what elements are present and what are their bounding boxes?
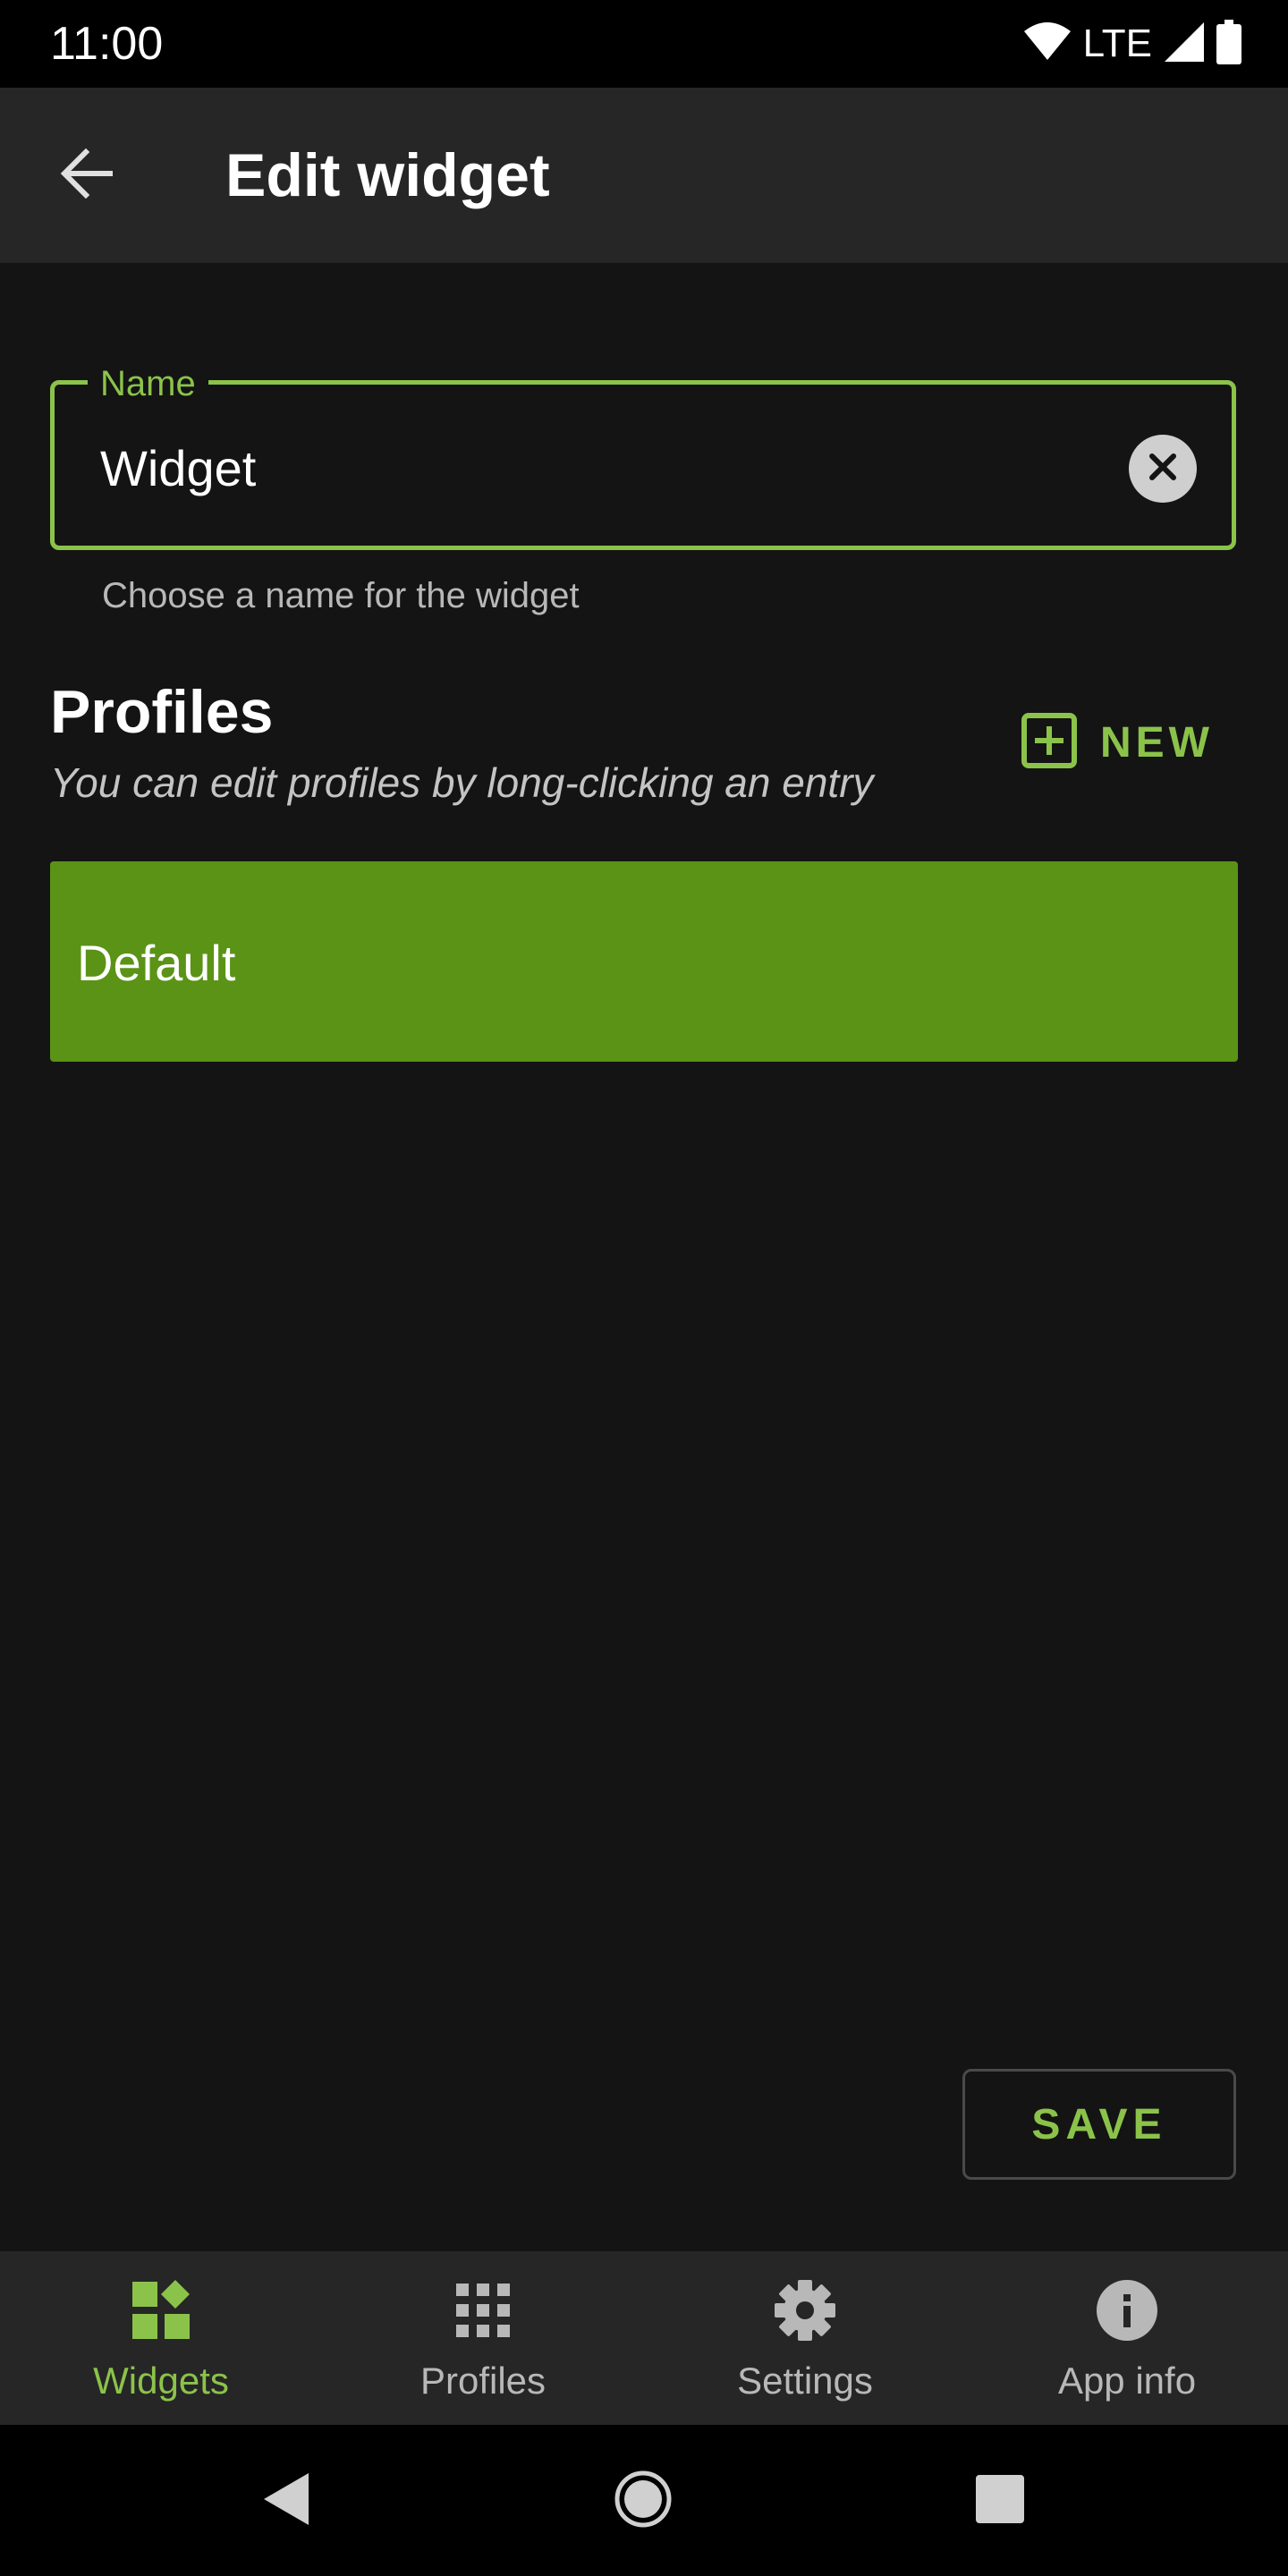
- nav-label-settings: Settings: [737, 2360, 873, 2402]
- new-profile-button[interactable]: NEW: [1021, 707, 1214, 778]
- name-field-value[interactable]: Widget: [100, 438, 256, 499]
- bottom-navigation: Widgets Profiles Settings App info: [0, 2251, 1288, 2425]
- gear-icon: [775, 2280, 835, 2341]
- nav-item-profiles[interactable]: Profiles: [322, 2251, 644, 2425]
- name-label-container: Name: [88, 361, 208, 406]
- save-label: SAVE: [1031, 2100, 1167, 2148]
- nav-item-widgets[interactable]: Widgets: [0, 2251, 322, 2425]
- circle-home-icon: [614, 2470, 673, 2533]
- signal-icon: [1165, 21, 1204, 66]
- profiles-hint: You can edit profiles by long-clicking a…: [50, 759, 874, 806]
- grid-icon: [453, 2280, 513, 2341]
- nav-label-widgets: Widgets: [93, 2360, 229, 2402]
- status-icons: LTE: [1023, 18, 1241, 70]
- new-profile-label: NEW: [1100, 718, 1214, 767]
- system-recents-button[interactable]: [960, 2461, 1040, 2541]
- info-icon: [1097, 2280, 1157, 2341]
- nav-label-app-info: App info: [1057, 2360, 1197, 2402]
- status-time: 11:00: [50, 18, 164, 70]
- name-helper-text: Choose a name for the widget: [102, 576, 580, 615]
- back-button[interactable]: [45, 134, 127, 216]
- system-navigation-bar: [0, 2425, 1288, 2576]
- name-field-label: Name: [100, 364, 196, 403]
- profile-item-default[interactable]: Default: [50, 861, 1238, 1062]
- nav-label-profiles: Profiles: [419, 2360, 547, 2402]
- nav-item-app-info[interactable]: App info: [966, 2251, 1288, 2425]
- square-recents-icon: [976, 2474, 1024, 2528]
- system-back-button[interactable]: [245, 2461, 326, 2541]
- close-icon: [1147, 451, 1179, 487]
- arrow-back-icon: [59, 148, 114, 203]
- profile-item-label: Default: [77, 935, 236, 991]
- profiles-heading: Profiles: [50, 678, 274, 746]
- system-home-button[interactable]: [603, 2461, 683, 2541]
- network-type: LTE: [1082, 21, 1152, 65]
- clear-text-button[interactable]: [1129, 435, 1197, 503]
- page-title: Edit widget: [225, 141, 550, 209]
- battery-icon: [1216, 19, 1241, 69]
- app-bar: Edit widget: [0, 88, 1288, 263]
- nav-item-settings[interactable]: Settings: [644, 2251, 966, 2425]
- status-bar: 11:00 LTE: [0, 0, 1288, 88]
- add-box-icon: [1021, 712, 1077, 773]
- wifi-icon: [1023, 21, 1071, 66]
- widgets-icon: [131, 2280, 191, 2341]
- save-button[interactable]: SAVE: [962, 2069, 1236, 2180]
- triangle-back-icon: [260, 2471, 310, 2531]
